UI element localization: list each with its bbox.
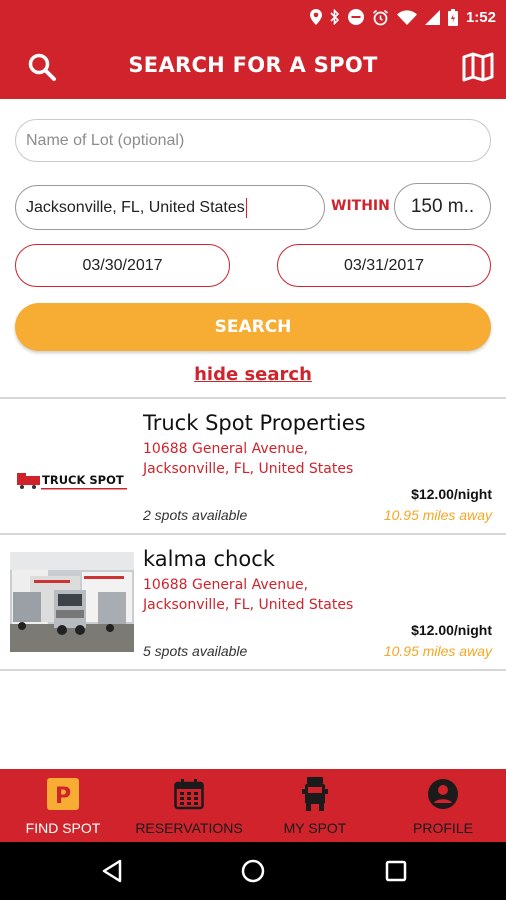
svg-text:P: P bbox=[55, 784, 71, 809]
truck-spot-logo: TRUCK SPOT bbox=[10, 416, 134, 516]
hide-search-container: hide search bbox=[0, 364, 506, 385]
lot-name-placeholder: Name of Lot (optional) bbox=[26, 131, 185, 149]
parking-icon: P bbox=[47, 778, 79, 810]
bluetooth-icon bbox=[330, 9, 340, 25]
end-date-value: 03/31/2017 bbox=[343, 256, 425, 274]
start-date-field[interactable]: 03/30/2017 bbox=[15, 244, 230, 287]
alarm-icon bbox=[372, 9, 388, 25]
search-button[interactable]: SEARCH bbox=[15, 303, 491, 351]
status-icons: 1:52 bbox=[309, 6, 496, 28]
bottom-nav: P FIND SPOT RESERVATIONS MY SPOT PROFILE bbox=[0, 769, 506, 842]
nav-label: PROFILE bbox=[413, 820, 473, 836]
radius-select[interactable]: 150 m.. bbox=[394, 183, 491, 230]
within-label: WITHIN bbox=[331, 198, 390, 214]
result-address-line1: 10688 General Avenue, bbox=[143, 441, 309, 457]
nav-reservations[interactable]: RESERVATIONS bbox=[126, 769, 252, 842]
result-card[interactable]: kalma chock 10688 General Avenue, Jackso… bbox=[0, 535, 506, 669]
text-cursor bbox=[245, 197, 248, 218]
nav-label: RESERVATIONS bbox=[135, 820, 243, 836]
nav-label: FIND SPOT bbox=[25, 820, 101, 836]
map-icon[interactable] bbox=[460, 49, 496, 85]
app-bar: SEARCH FOR A SPOT bbox=[0, 33, 506, 99]
result-card[interactable]: TRUCK SPOT Truck Spot Properties 10688 G… bbox=[0, 399, 506, 533]
result-name: kalma chock bbox=[143, 547, 275, 571]
result-address-line2: Jacksonville, FL, United States bbox=[143, 461, 354, 477]
nav-find-spot[interactable]: P FIND SPOT bbox=[0, 769, 126, 842]
lot-name-input[interactable]: Name of Lot (optional) bbox=[15, 119, 491, 162]
calendar-icon bbox=[174, 779, 204, 810]
result-price: $12.00/night bbox=[411, 622, 492, 638]
do-not-disturb-icon bbox=[347, 9, 364, 25]
result-address-line2: Jacksonville, FL, United States bbox=[143, 597, 354, 613]
result-price: $12.00/night bbox=[411, 486, 492, 502]
truck-lot-photo bbox=[10, 552, 134, 652]
battery-icon bbox=[447, 8, 458, 26]
nav-my-spot[interactable]: MY SPOT bbox=[252, 769, 378, 842]
truck-icon bbox=[302, 777, 328, 811]
location-icon bbox=[309, 9, 322, 25]
recents-icon[interactable] bbox=[381, 856, 411, 886]
status-bar: 1:52 bbox=[0, 0, 506, 33]
result-address-line1: 10688 General Avenue, bbox=[143, 577, 309, 593]
profile-icon bbox=[428, 779, 458, 809]
home-icon[interactable] bbox=[238, 856, 268, 886]
wifi-icon bbox=[396, 9, 417, 25]
back-icon[interactable] bbox=[97, 856, 127, 886]
location-value: Jacksonville, FL, United States bbox=[26, 198, 245, 216]
result-name: Truck Spot Properties bbox=[143, 411, 366, 435]
start-date-value: 03/30/2017 bbox=[82, 256, 163, 274]
result-availability: 5 spots available bbox=[143, 643, 248, 659]
status-time: 1:52 bbox=[465, 8, 496, 26]
location-input[interactable]: Jacksonville, FL, United States bbox=[15, 185, 325, 230]
divider bbox=[0, 669, 506, 671]
truck-spot-logo-text: TRUCK SPOT bbox=[42, 473, 124, 487]
result-distance: 10.95 miles away bbox=[383, 643, 492, 659]
page-title: SEARCH FOR A SPOT bbox=[128, 53, 378, 77]
end-date-field[interactable]: 03/31/2017 bbox=[277, 244, 491, 287]
nav-profile[interactable]: PROFILE bbox=[380, 769, 506, 842]
nav-label: MY SPOT bbox=[283, 820, 347, 836]
result-availability: 2 spots available bbox=[143, 507, 248, 523]
hide-search-link[interactable]: hide search bbox=[194, 364, 312, 385]
system-nav-bar bbox=[0, 842, 506, 900]
radius-value: 150 m.. bbox=[410, 195, 475, 217]
result-distance: 10.95 miles away bbox=[383, 507, 492, 523]
signal-icon bbox=[424, 9, 440, 25]
